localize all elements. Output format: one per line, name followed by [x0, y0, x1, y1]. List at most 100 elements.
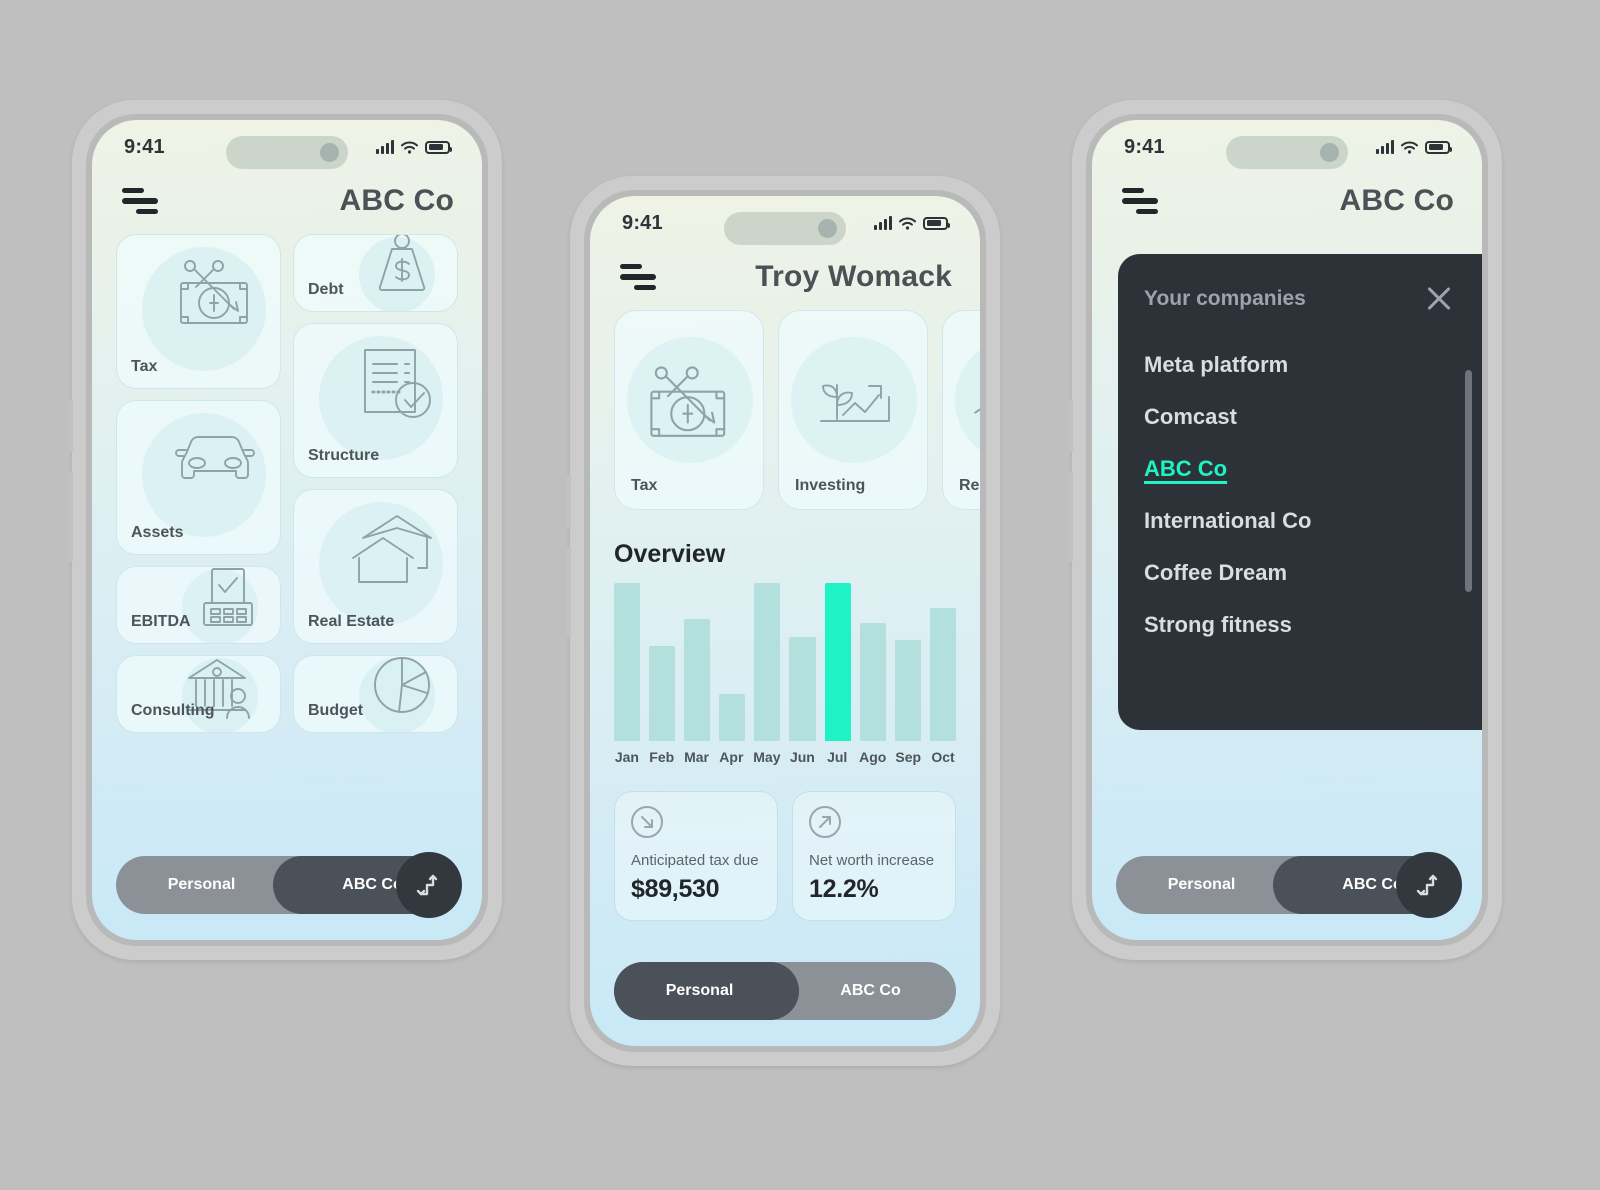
- car-icon: [172, 423, 258, 492]
- tile-label: Real Estate: [308, 613, 395, 630]
- chart-bar[interactable]: [684, 619, 711, 741]
- category-card-row[interactable]: Tax Investing Re: [590, 310, 980, 510]
- feature-tile-grid: Tax Assets EBITDA Consulting Debt Struct…: [92, 234, 482, 733]
- tile-label: EBITDA: [131, 613, 191, 630]
- screenshot-canvas: 9:41 ABC Co Tax Assets EBITDA Consulting…: [0, 0, 1600, 1190]
- chart-bars: [614, 583, 956, 741]
- company-list-item[interactable]: Coffee Dream: [1144, 560, 1287, 586]
- tile-label: Consulting: [131, 702, 215, 719]
- phone-1: 9:41 ABC Co Tax Assets EBITDA Consulting…: [68, 100, 502, 960]
- swap-arrows-icon[interactable]: [396, 852, 462, 918]
- tile-ebitda[interactable]: EBITDA: [116, 566, 281, 644]
- chart-bar[interactable]: [754, 583, 781, 741]
- tile-consulting[interactable]: Consulting: [116, 655, 281, 733]
- company-list-item[interactable]: Meta platform: [1144, 352, 1288, 378]
- phone-3-account-toggle: Personal ABC Co: [1092, 852, 1482, 918]
- status-icons: [874, 215, 950, 230]
- chart-x-label: Jan: [614, 749, 639, 765]
- phone-1-account-toggle: Personal ABC Co: [92, 852, 482, 918]
- status-time: 9:41: [622, 211, 663, 234]
- phone-3: 9:41 ABC Co Your companies Meta platform…: [1068, 100, 1502, 960]
- tile-label: Debt: [308, 281, 344, 298]
- weight-dollar-icon: [369, 235, 435, 302]
- phone-1-app-header: ABC Co: [92, 174, 482, 234]
- status-icons: [1376, 139, 1452, 154]
- chart-bar[interactable]: [824, 583, 851, 741]
- phone-3-app-header: ABC Co: [1092, 174, 1482, 234]
- card-label: Tax: [631, 477, 658, 494]
- phone-3-screen: 9:41 ABC Co Your companies Meta platform…: [1092, 120, 1482, 940]
- swap-arrows-icon[interactable]: [1396, 852, 1462, 918]
- account-toggle[interactable]: Personal ABC Co: [614, 962, 956, 1020]
- camera-icon: [818, 219, 837, 238]
- stat-value: $89,530: [631, 875, 720, 903]
- money-scissors-icon: [174, 257, 258, 340]
- drawer-scrollbar[interactable]: [1465, 370, 1472, 592]
- hamburger-menu-icon[interactable]: [620, 264, 656, 290]
- phone-2-app-header: Troy Womack: [590, 250, 980, 310]
- stat-anticipated-tax-due: Anticipated tax due $89,530: [614, 791, 778, 921]
- tile-assets[interactable]: Assets: [116, 400, 281, 555]
- overview-bar-chart: Jan Feb Mar Apr May Jun Jul Ago Sep Oct: [590, 583, 980, 765]
- chart-bar[interactable]: [719, 693, 746, 741]
- wifi-icon: [899, 216, 916, 230]
- account-toggle[interactable]: Personal ABC Co: [1116, 852, 1462, 918]
- chart-bar[interactable]: [614, 583, 641, 741]
- card-real-estate[interactable]: Real Estate: [942, 310, 980, 510]
- tile-debt[interactable]: Debt: [293, 234, 458, 312]
- tile-column-left: Tax Assets EBITDA Consulting: [116, 234, 281, 733]
- house-icon: [971, 363, 980, 450]
- card-tax[interactable]: Tax: [614, 310, 764, 510]
- tile-structure[interactable]: Structure: [293, 323, 458, 478]
- arrow-down-right-circle-icon: [631, 806, 663, 838]
- toggle-personal[interactable]: Personal: [1116, 856, 1287, 914]
- close-x-icon[interactable]: [1422, 282, 1456, 316]
- card-investing[interactable]: Investing: [778, 310, 928, 510]
- account-toggle[interactable]: Personal ABC Co: [116, 852, 462, 918]
- chart-x-axis-labels: Jan Feb Mar Apr May Jun Jul Ago Sep Oct: [614, 749, 956, 765]
- chart-x-label: Feb: [649, 749, 675, 765]
- dynamic-island: [226, 136, 348, 169]
- hamburger-menu-icon[interactable]: [122, 188, 158, 214]
- chart-bar[interactable]: [929, 608, 956, 741]
- company-list-item[interactable]: ABC Co: [1144, 456, 1227, 482]
- company-list-item[interactable]: Strong fitness: [1144, 612, 1292, 638]
- status-bar: 9:41: [1092, 120, 1482, 174]
- tile-budget[interactable]: Budget: [293, 655, 458, 733]
- company-list-item[interactable]: International Co: [1144, 508, 1311, 534]
- hamburger-menu-icon[interactable]: [1122, 188, 1158, 214]
- chart-bar[interactable]: [789, 636, 816, 741]
- document-check-icon: [359, 346, 435, 429]
- camera-icon: [320, 143, 339, 162]
- money-scissors-icon: [643, 363, 737, 454]
- chart-bar[interactable]: [894, 639, 921, 741]
- phone-2-bezel: 9:41 Troy Womack Tax Investing Re Overvi…: [584, 190, 986, 1052]
- chart-bar[interactable]: [649, 646, 676, 741]
- tile-real-estate[interactable]: Real Estate: [293, 489, 458, 644]
- chart-x-label: Jul: [827, 749, 848, 765]
- card-label: Investing: [795, 477, 866, 494]
- toggle-personal[interactable]: Personal: [614, 962, 799, 1020]
- tile-column-right: Debt Structure Real Estate Budget: [293, 234, 458, 733]
- toggle-personal[interactable]: Personal: [116, 856, 287, 914]
- stat-card-row: Anticipated tax due $89,530 Net worth in…: [590, 765, 980, 921]
- tile-label: Assets: [131, 524, 184, 541]
- battery-icon: [425, 140, 452, 154]
- drawer-title: Your companies: [1144, 287, 1306, 310]
- chart-bar[interactable]: [859, 622, 886, 741]
- calculator-check-icon: [196, 567, 258, 638]
- company-list-item[interactable]: Comcast: [1144, 404, 1237, 430]
- signal-bars-icon: [376, 139, 394, 154]
- dynamic-island: [1226, 136, 1348, 169]
- toggle-company[interactable]: ABC Co: [785, 962, 956, 1020]
- phone-1-screen: 9:41 ABC Co Tax Assets EBITDA Consulting…: [92, 120, 482, 940]
- phone-3-bezel: 9:41 ABC Co Your companies Meta platform…: [1086, 114, 1488, 946]
- stat-value: 12.2%: [809, 875, 879, 903]
- signal-bars-icon: [874, 215, 892, 230]
- stat-label: Net worth increase: [809, 852, 935, 869]
- phone-1-bezel: 9:41 ABC Co Tax Assets EBITDA Consulting…: [86, 114, 488, 946]
- chart-x-label: Ago: [859, 749, 887, 765]
- stat-label: Anticipated tax due: [631, 852, 759, 869]
- battery-icon: [923, 216, 950, 230]
- tile-tax[interactable]: Tax: [116, 234, 281, 389]
